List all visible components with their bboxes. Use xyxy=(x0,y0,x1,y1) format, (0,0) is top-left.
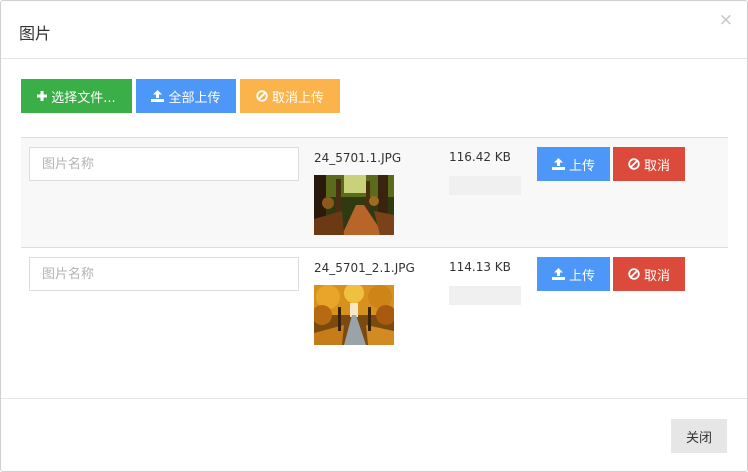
cancel-label: 取消 xyxy=(643,158,670,174)
select-files-button[interactable]: 选择文件... xyxy=(21,79,132,113)
file-size: 114.13 KB xyxy=(449,260,511,274)
image-thumbnail xyxy=(314,175,394,235)
upload-all-label: 全部上传 xyxy=(168,90,221,106)
image-thumbnail xyxy=(314,285,394,345)
upload-button[interactable]: 上传 xyxy=(537,257,610,291)
upload-icon xyxy=(551,158,565,170)
dialog-header: 图片 × xyxy=(1,1,747,59)
ban-icon xyxy=(628,268,640,280)
file-name: 24_5701.1.JPG xyxy=(314,151,402,165)
ban-icon xyxy=(256,90,268,102)
dialog-footer: 关闭 xyxy=(1,398,747,472)
upload-label: 上传 xyxy=(568,158,595,174)
file-size: 116.42 KB xyxy=(449,150,511,164)
upload-all-button[interactable]: 全部上传 xyxy=(136,79,236,113)
image-name-input[interactable] xyxy=(29,257,299,291)
close-icon[interactable]: × xyxy=(719,12,733,29)
cancel-button[interactable]: 取消 xyxy=(613,257,685,291)
upload-button[interactable]: 上传 xyxy=(537,147,610,181)
close-button[interactable]: 关闭 xyxy=(671,419,727,453)
cancel-button[interactable]: 取消 xyxy=(613,147,685,181)
file-row: 24_5701.1.JPG 116.42 KB xyxy=(21,137,728,247)
upload-progress-bar xyxy=(449,176,521,195)
file-name: 24_5701_2.1.JPG xyxy=(314,261,415,275)
cancel-label: 取消 xyxy=(643,268,670,284)
select-files-label: 选择文件... xyxy=(51,90,116,106)
upload-progress-bar xyxy=(449,286,521,305)
upload-label: 上传 xyxy=(568,268,595,284)
ban-icon xyxy=(628,158,640,170)
file-row: 24_5701_2.1.JPG 114.13 KB xyxy=(21,247,728,357)
upload-dialog: 图片 × 选择文件... 全部上传 取消上传 24_5701.1.JPG xyxy=(0,0,748,472)
upload-icon xyxy=(551,268,565,280)
upload-toolbar: 选择文件... 全部上传 取消上传 xyxy=(21,79,340,113)
upload-icon xyxy=(151,90,165,102)
dialog-title: 图片 xyxy=(19,24,52,43)
image-name-input[interactable] xyxy=(29,147,299,181)
plus-icon xyxy=(37,91,48,101)
cancel-upload-button[interactable]: 取消上传 xyxy=(240,79,340,113)
cancel-upload-label: 取消上传 xyxy=(271,90,324,106)
